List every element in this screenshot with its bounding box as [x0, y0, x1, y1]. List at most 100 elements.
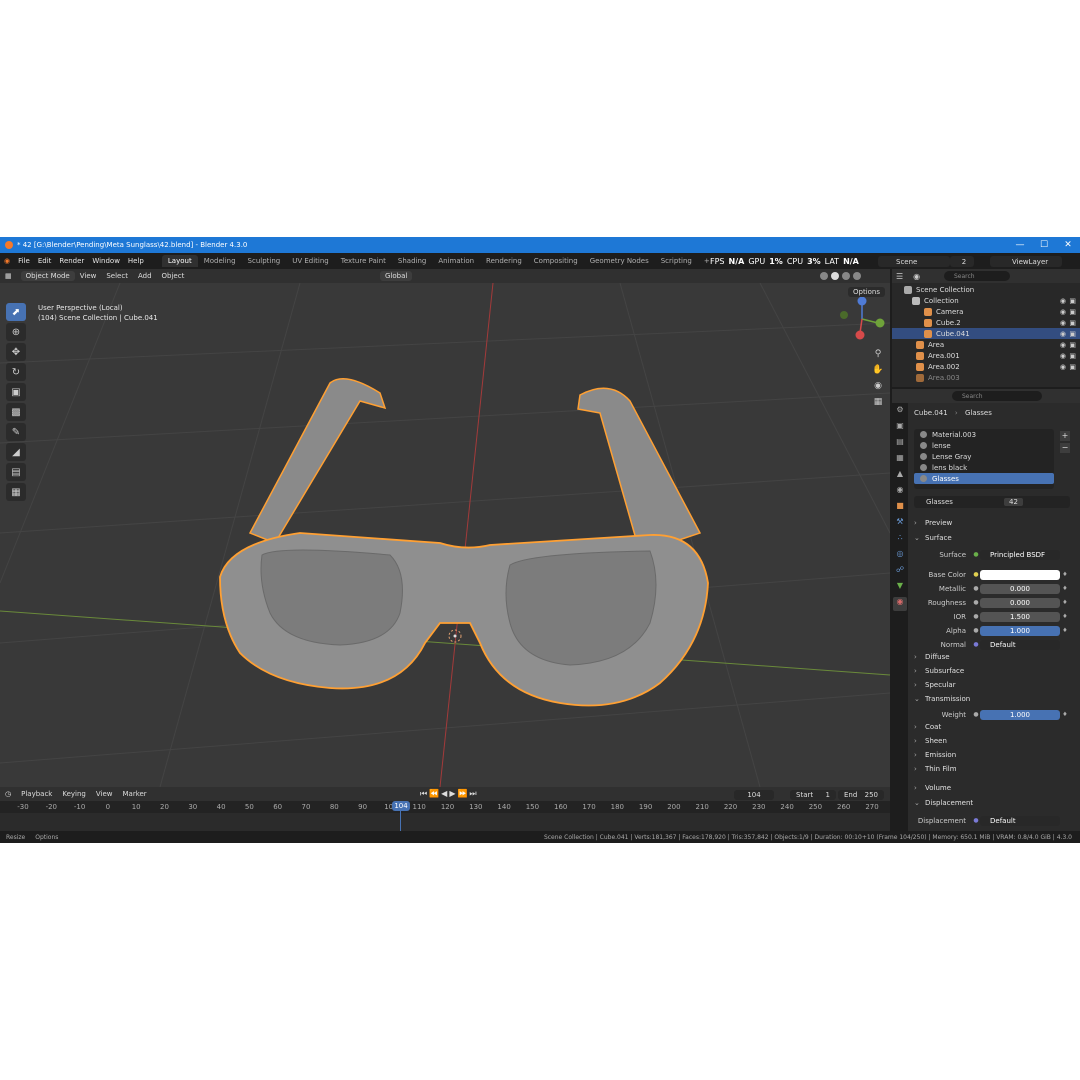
visibility-eye-icon[interactable]: ◉	[1060, 308, 1066, 316]
visibility-eye-icon[interactable]: ◉	[1060, 363, 1066, 371]
add-slot-button[interactable]: +	[1060, 431, 1070, 441]
rotate-tool-icon[interactable]: ↻	[6, 363, 26, 381]
outliner-row-area-003[interactable]: Area.003	[892, 372, 1080, 383]
tab-sculpting[interactable]: Sculpting	[242, 255, 287, 267]
solid-shading-icon[interactable]	[831, 272, 839, 280]
tool-tab-icon[interactable]: ⚙	[893, 405, 907, 419]
glasses-model[interactable]	[219, 378, 709, 707]
keying-menu[interactable]: Keying	[57, 790, 91, 798]
close-icon[interactable]: ✕	[1056, 237, 1080, 253]
blender-menu-icon[interactable]: ◉	[0, 257, 14, 265]
panel-transmission[interactable]: ⌄ Transmission	[914, 695, 970, 703]
annotate-tool-icon[interactable]: ✎	[6, 423, 26, 441]
rendered-shading-icon[interactable]	[853, 272, 861, 280]
material-shading-icon[interactable]	[842, 272, 850, 280]
zoom-icon[interactable]: ⚲	[872, 349, 884, 361]
panel-displacement[interactable]: ⌄ Displacement	[914, 799, 973, 807]
menu-render[interactable]: Render	[55, 257, 88, 265]
timeline-editor-icon[interactable]: ◷	[0, 790, 16, 798]
panel-thin-film[interactable]: › Thin Film	[914, 765, 957, 773]
remove-slot-button[interactable]: −	[1060, 443, 1070, 453]
roughness-field[interactable]: 0.000	[980, 597, 1060, 608]
minimize-icon[interactable]: —	[1008, 237, 1032, 253]
material-tab-icon[interactable]: ◉	[893, 597, 907, 611]
panel-diffuse[interactable]: › Diffuse	[914, 653, 950, 661]
panel-emission[interactable]: › Emission	[914, 751, 956, 759]
visibility-eye-icon[interactable]: ◉	[1060, 341, 1066, 349]
surface-shader-field[interactable]: Principled BSDF	[980, 549, 1060, 560]
render-camera-icon[interactable]: ▣	[1069, 297, 1076, 305]
panel-coat[interactable]: › Coat	[914, 723, 941, 731]
move-tool-icon[interactable]: ✥	[6, 343, 26, 361]
outliner-row-scene-collection[interactable]: Scene Collection	[892, 284, 1080, 295]
measure-tool-icon[interactable]: ◢	[6, 443, 26, 461]
current-frame-indicator[interactable]: 104	[392, 801, 410, 811]
render-camera-icon[interactable]: ▣	[1069, 308, 1076, 316]
end-frame-field[interactable]: End 250	[838, 790, 884, 800]
displacement-field[interactable]: Default	[980, 815, 1060, 826]
start-frame-field[interactable]: Start 1	[790, 790, 836, 800]
world-tab-icon[interactable]: ◉	[893, 485, 907, 499]
outliner-search[interactable]: Search	[944, 271, 1010, 281]
object-menu[interactable]: Object	[157, 272, 190, 280]
tab-geometry-nodes[interactable]: Geometry Nodes	[584, 255, 655, 267]
tab-rendering[interactable]: Rendering	[480, 255, 528, 267]
constraints-tab-icon[interactable]: ☍	[893, 565, 907, 579]
modifier-tab-icon[interactable]: ⚒	[893, 517, 907, 531]
pan-hand-icon[interactable]: ✋	[872, 365, 884, 377]
view-layer-tab-icon[interactable]: ▦	[893, 453, 907, 467]
render-tab-icon[interactable]: ▣	[893, 421, 907, 435]
material-slot[interactable]: Lense Gray	[914, 451, 1054, 462]
outliner-row-area-002[interactable]: Area.002 ◉ ▣	[892, 361, 1080, 372]
menu-edit[interactable]: Edit	[34, 257, 56, 265]
outliner-row-camera[interactable]: Camera ◉ ▣	[892, 306, 1080, 317]
add-cube-tool-icon[interactable]: ▤	[6, 463, 26, 481]
tab-compositing[interactable]: Compositing	[528, 255, 584, 267]
data-tab-icon[interactable]: ▼	[893, 581, 907, 595]
frame-ruler[interactable]: -30 -20 -10 0 10 20 30 40 50 60 70 80 90 100 110 120 130…	[0, 801, 890, 813]
options-button[interactable]: Options	[848, 287, 886, 297]
outliner-row-area[interactable]: Area ◉ ▣	[892, 339, 1080, 350]
menu-file[interactable]: File	[14, 257, 34, 265]
camera-view-icon[interactable]: ◉	[872, 381, 884, 393]
ior-field[interactable]: 1.500	[980, 611, 1060, 622]
scene-tab-icon[interactable]: ▲	[893, 469, 907, 483]
physics-tab-icon[interactable]: ◎	[893, 549, 907, 563]
panel-volume[interactable]: › Volume	[914, 784, 951, 792]
base-color-swatch[interactable]	[980, 569, 1060, 580]
material-slot-list[interactable]: Material.003 lense Lense Gray lens black…	[914, 429, 1054, 489]
playback-menu[interactable]: Playback	[16, 790, 57, 798]
panel-sheen[interactable]: › Sheen	[914, 737, 947, 745]
tab-animation[interactable]: Animation	[432, 255, 480, 267]
current-frame-field[interactable]: 104	[734, 790, 774, 800]
view-menu[interactable]: View	[75, 272, 102, 280]
normal-field[interactable]: Default	[980, 639, 1060, 650]
cursor-tool-icon[interactable]: ⊕	[6, 323, 26, 341]
panel-specular[interactable]: › Specular	[914, 681, 956, 689]
wireframe-shading-icon[interactable]	[820, 272, 828, 280]
mode-dropdown[interactable]: Object Mode	[20, 271, 75, 281]
navigation-gizmo[interactable]	[840, 296, 885, 340]
material-datablock-selector[interactable]: Glasses 42	[914, 496, 1070, 508]
tab-uv-editing[interactable]: UV Editing	[286, 255, 335, 267]
outliner-row-cube-041[interactable]: Cube.041 ◉ ▣	[892, 328, 1080, 339]
metallic-field[interactable]: 0.000	[980, 583, 1060, 594]
maximize-icon[interactable]: ☐	[1032, 237, 1056, 253]
material-slot[interactable]: lense	[914, 440, 1054, 451]
visibility-eye-icon[interactable]: ◉	[1060, 352, 1066, 360]
add-menu[interactable]: Add	[133, 272, 157, 280]
editor-type-icon[interactable]: ▦	[0, 272, 17, 280]
ortho-grid-icon[interactable]: ▦	[872, 397, 884, 409]
display-mode-icon[interactable]: ◉	[913, 272, 920, 281]
material-slot[interactable]: Material.003	[914, 429, 1054, 440]
visibility-eye-icon[interactable]: ◉	[1060, 297, 1066, 305]
material-users[interactable]: 42	[1004, 498, 1023, 506]
select-menu[interactable]: Select	[101, 272, 133, 280]
select-box-tool-icon[interactable]: ⬈	[6, 303, 26, 321]
alpha-field[interactable]: 1.000	[980, 625, 1060, 636]
object-tab-icon[interactable]: ■	[893, 501, 907, 515]
render-camera-icon[interactable]: ▣	[1069, 319, 1076, 327]
playback-controls-icon[interactable]: ⏮⏪◀▶⏩⏭	[420, 789, 479, 799]
tab-shading[interactable]: Shading	[392, 255, 432, 267]
menu-help[interactable]: Help	[124, 257, 148, 265]
